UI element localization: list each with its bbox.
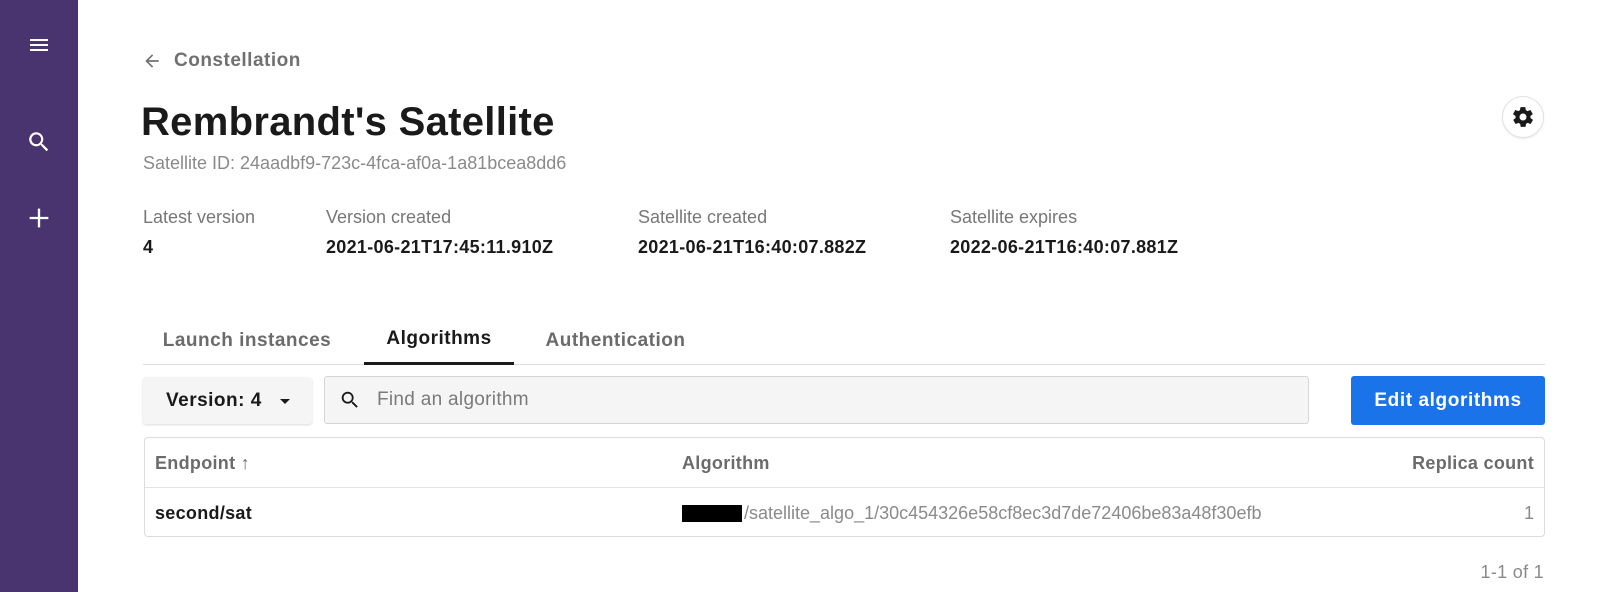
add-button[interactable]: [0, 190, 78, 246]
back-link[interactable]: Constellation: [142, 50, 301, 72]
column-header-replica-count: Replica count: [1412, 453, 1534, 473]
meta-value: 2021-06-21T17:45:11.910Z: [326, 237, 554, 257]
cell-algorithm: /satellite_algo_1/30c454326e58cf8ec3d7de…: [682, 503, 1261, 524]
tab-authentication[interactable]: Authentication: [527, 316, 704, 365]
search-icon: [29, 132, 49, 152]
gear-icon: [1513, 107, 1533, 127]
sort-ascending-icon: ↑: [240, 453, 251, 473]
satellite-id: Satellite ID: 24aadbf9-723c-4fca-af0a-1a…: [143, 153, 567, 173]
tab-bar: Launch instances Algorithms Authenticati…: [143, 316, 1545, 365]
edit-algorithms-button[interactable]: Edit algorithms: [1351, 376, 1545, 425]
main-content: Constellation Rembrandt's Satellite Sate…: [78, 0, 1600, 592]
redacted-text: [682, 505, 742, 522]
meta-version-created: Version created 2021-06-21T17:45:11.910Z: [326, 207, 553, 258]
meta-label: Satellite created: [638, 207, 768, 227]
page-title: Rembrandt's Satellite: [141, 100, 555, 144]
table-row[interactable]: second/sat /satellite_algo_1/30c454326e5…: [145, 488, 1544, 538]
meta-label: Satellite expires: [950, 207, 1078, 227]
cell-replica-count: 1: [1523, 503, 1534, 523]
meta-satellite-created: Satellite created 2021-06-21T16:40:07.88…: [638, 207, 866, 258]
algorithm-search: [324, 376, 1309, 424]
menu-icon: [30, 39, 48, 51]
algorithms-table: Endpoint ↑ Algorithm Replica count secon…: [144, 437, 1545, 537]
cell-algorithm-path: /satellite_algo_1/30c454326e58cf8ec3d7de…: [744, 503, 1262, 523]
version-select-label: Version: 4: [166, 389, 262, 411]
meta-value: 4: [143, 237, 154, 257]
meta-value: 2022-06-21T16:40:07.881Z: [950, 237, 1179, 257]
meta-label: Version created: [326, 207, 452, 227]
tab-launch-instances[interactable]: Launch instances: [143, 316, 351, 365]
search-input[interactable]: [377, 389, 1277, 411]
meta-satellite-expires: Satellite expires 2022-06-21T16:40:07.88…: [950, 207, 1178, 258]
menu-button[interactable]: [0, 17, 78, 73]
meta-latest-version: Latest version 4: [143, 207, 255, 258]
meta-value: 2021-06-21T16:40:07.882Z: [638, 237, 867, 257]
cell-endpoint: second/sat: [155, 503, 253, 523]
back-link-label: Constellation: [174, 50, 301, 71]
column-header-algorithm: Algorithm: [682, 453, 770, 473]
search-button[interactable]: [0, 114, 78, 170]
sidebar: [0, 0, 78, 592]
meta-label: Latest version: [143, 207, 256, 227]
column-header-label: Endpoint: [155, 453, 236, 473]
plus-icon: [29, 208, 49, 228]
table-header: Endpoint ↑ Algorithm Replica count: [145, 438, 1544, 488]
search-icon: [339, 389, 361, 411]
version-select[interactable]: Version: 4: [143, 377, 312, 424]
arrow-left-icon: [145, 54, 159, 68]
pagination-info: 1-1 of 1: [1480, 562, 1544, 582]
column-header-endpoint[interactable]: Endpoint ↑: [155, 453, 250, 474]
caret-down-icon: [280, 399, 290, 404]
settings-button[interactable]: [1502, 96, 1544, 138]
tab-algorithms[interactable]: Algorithms: [364, 316, 514, 365]
